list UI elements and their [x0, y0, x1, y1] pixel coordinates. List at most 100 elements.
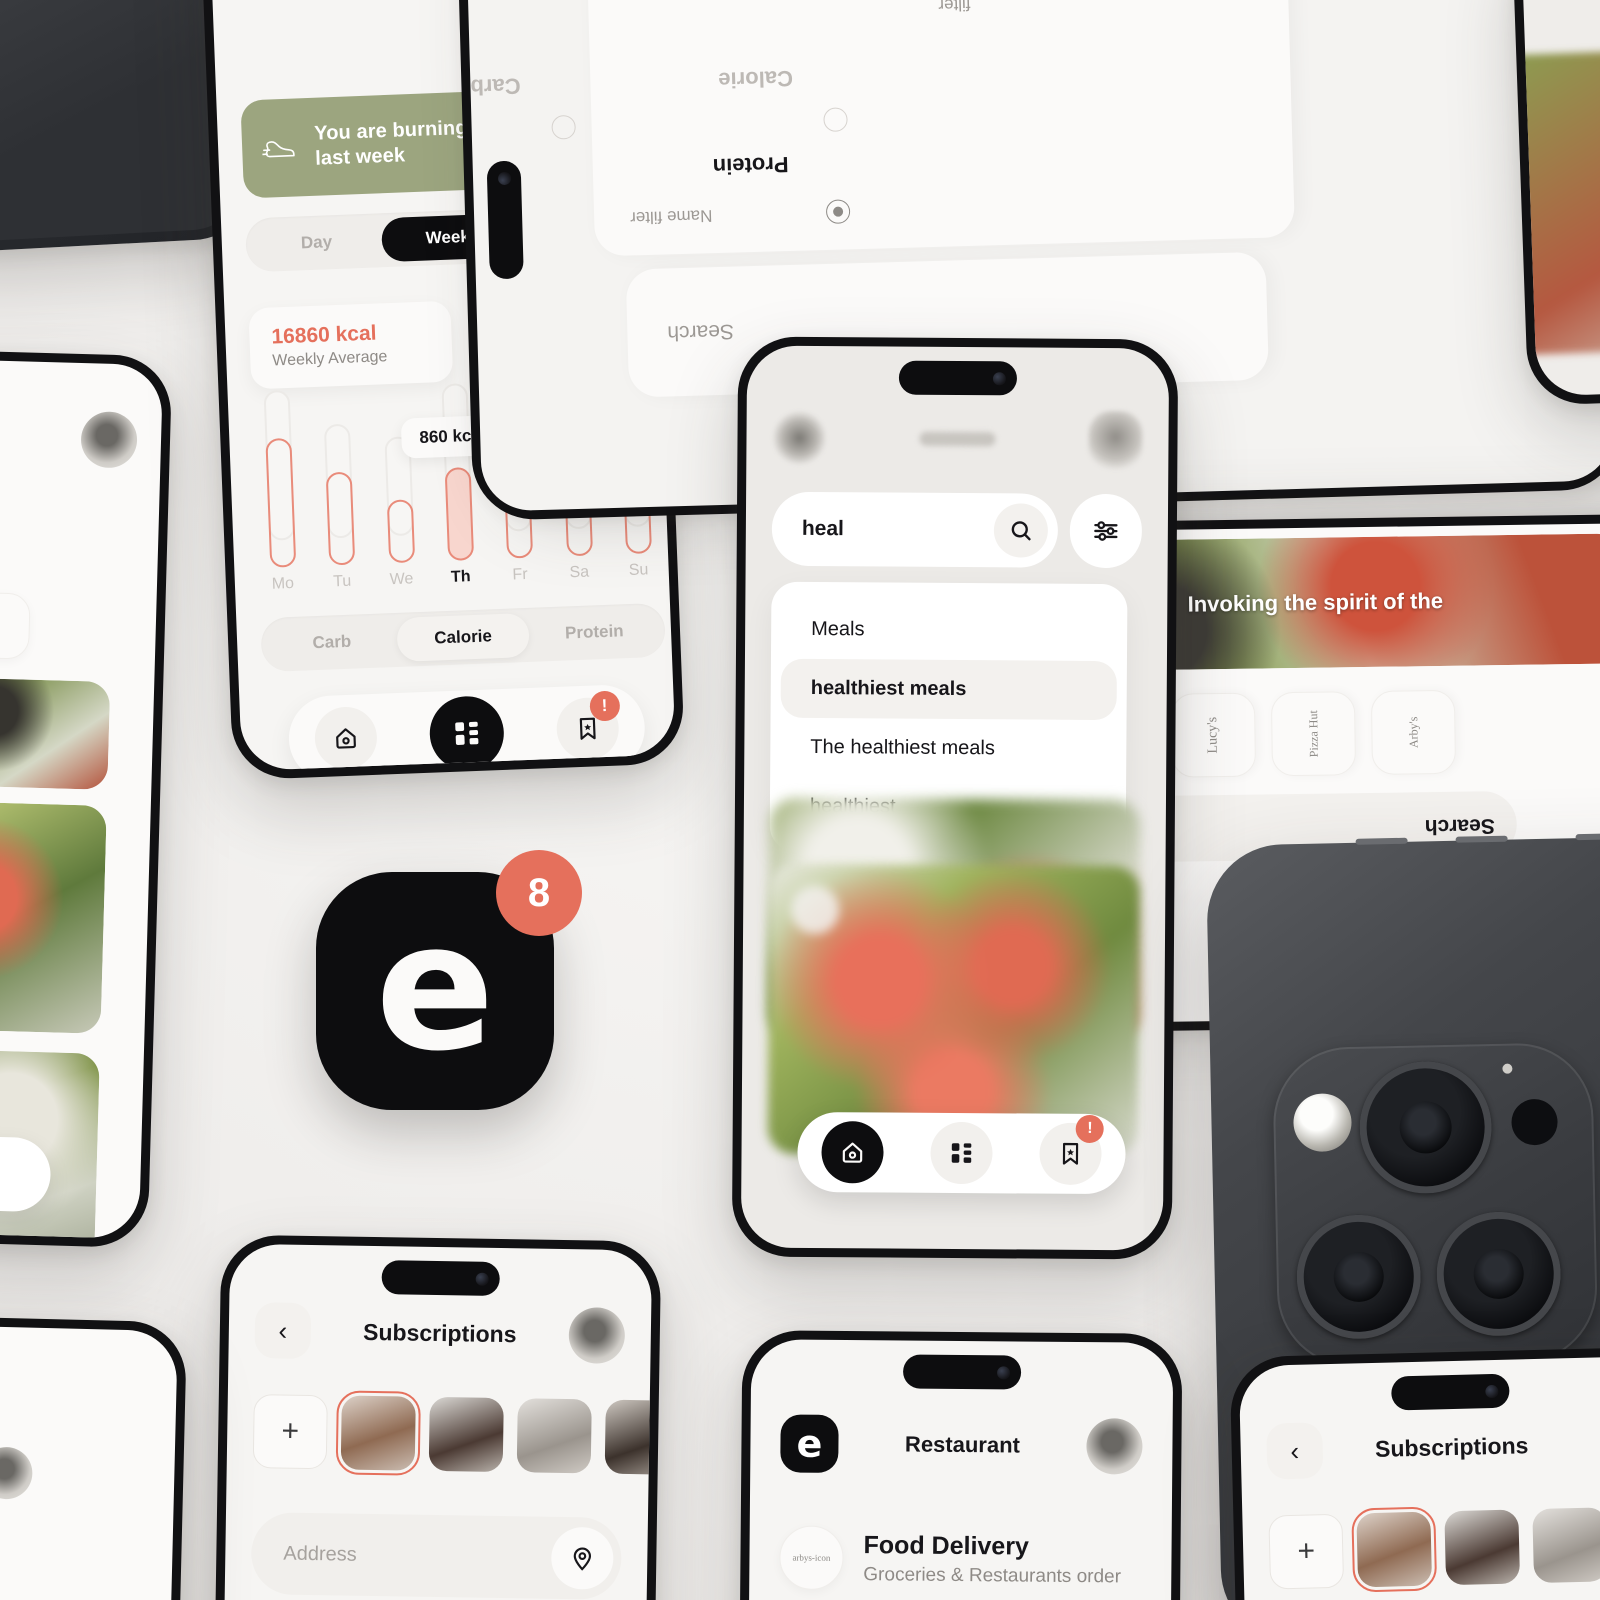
chart-bar[interactable] — [326, 471, 356, 566]
stat-weekly-average: 16860 kcal Weekly Average — [248, 300, 454, 390]
chart-tick-label: Fr — [512, 565, 528, 584]
list-item[interactable]: arbys-icon Food Delivery Groceries & Res… — [779, 1525, 1142, 1592]
option-calorie[interactable]: Calorie — [718, 65, 793, 93]
nav-search-label: Search — [1424, 814, 1495, 839]
device-subscriptions: ‹ Subscriptions + Address Arby's Pizza H… — [210, 1234, 662, 1600]
location-button[interactable] — [550, 1526, 614, 1590]
card-action-button[interactable] — [791, 885, 840, 935]
screen-partial-right-top — [1521, 0, 1600, 397]
suggestion-item[interactable]: The healthiest meals — [780, 718, 1116, 779]
chart-tick-label: Su — [628, 561, 649, 580]
avatar[interactable] — [516, 1398, 592, 1474]
avatar[interactable] — [335, 1390, 421, 1476]
app-logo[interactable]: e — [780, 1414, 839, 1473]
macro-tabs: Carb Calorie Protein — [260, 602, 667, 673]
add-subscription-button[interactable]: + — [252, 1394, 328, 1470]
avatar[interactable] — [772, 410, 827, 466]
avatar[interactable] — [80, 411, 138, 469]
search-submit-button[interactable] — [993, 503, 1049, 558]
nav-grid-button[interactable] — [930, 1121, 993, 1185]
feed-hero-card[interactable]: the n diner — [0, 673, 111, 790]
name-filter-panel: Name filter Protein Calorie Carb filter — [470, 0, 1295, 257]
search-icon — [1011, 521, 1031, 541]
nav-bookmark-button[interactable]: ! — [555, 690, 621, 761]
screen-subscriptions-right: ‹ Subscriptions + — [1238, 1355, 1600, 1600]
nav-home-button[interactable] — [314, 705, 379, 771]
list-item-subtitle: Groceries & Restaurants order — [863, 1563, 1122, 1587]
device-search: heal Meals healthiest meals The healthie… — [731, 336, 1179, 1260]
map-pin-icon — [573, 1547, 592, 1571]
avatar[interactable] — [428, 1396, 504, 1473]
running-shoe-icon — [261, 141, 295, 158]
radio-calorie[interactable] — [823, 107, 848, 133]
chart-bar[interactable] — [386, 499, 415, 564]
brand-chip[interactable]: Pizza Hut — [1270, 691, 1357, 777]
search-bar-row: heal — [771, 491, 1143, 569]
chart-bar[interactable] — [444, 467, 475, 561]
chart-tick-label: Mo — [271, 574, 295, 593]
search-input[interactable]: heal — [771, 491, 1059, 568]
dynamic-island — [486, 160, 524, 280]
avatar[interactable] — [1532, 1507, 1600, 1584]
avatar[interactable] — [568, 1307, 626, 1364]
nav-grid-button[interactable] — [428, 694, 506, 772]
avatar[interactable] — [1444, 1509, 1521, 1586]
page-title — [919, 431, 996, 447]
brand-chip[interactable]: Bird — [0, 591, 31, 660]
tab-protein[interactable]: Protein — [528, 608, 661, 657]
tab-carb[interactable]: Carb — [265, 618, 398, 667]
logo-letter: e — [375, 885, 495, 1091]
volume-up-button[interactable] — [1355, 837, 1408, 845]
nav-bookmark-button[interactable]: ! — [1039, 1114, 1105, 1186]
option-carb[interactable]: Carb — [470, 72, 521, 99]
back-button[interactable]: ‹ — [1266, 1422, 1324, 1480]
nav-badge: ! — [1075, 1114, 1105, 1144]
add-subscription-button[interactable]: + — [1268, 1513, 1345, 1590]
feed-card[interactable]: 25% — [0, 797, 107, 1034]
back-button[interactable]: ‹ — [254, 1302, 312, 1360]
option-protein[interactable]: Protein — [712, 151, 788, 179]
tab-calorie[interactable]: Calorie — [396, 612, 530, 662]
brand-chip[interactable]: Lucy's — [1170, 692, 1257, 778]
app-icon[interactable]: e 8 — [316, 850, 582, 1110]
address-input[interactable]: Address — [250, 1512, 622, 1600]
avatar[interactable] — [604, 1399, 653, 1475]
nav-home-button[interactable] — [820, 1121, 884, 1184]
logo-letter: e — [796, 1421, 823, 1466]
name-filter-label: Name filter — [629, 206, 713, 228]
avatar[interactable] — [0, 1446, 33, 1500]
tab-day[interactable]: Day — [250, 218, 383, 267]
camera-lens-wide — [1358, 1060, 1493, 1195]
front-camera-icon — [475, 1272, 489, 1286]
dynamic-island — [898, 360, 1018, 396]
filter-button[interactable] — [1069, 493, 1143, 569]
avatar[interactable] — [1351, 1506, 1438, 1593]
profile-avatar[interactable] — [1088, 410, 1143, 470]
restaurant-header: e Restaurant — [780, 1413, 1143, 1476]
brand-label: arbys-icon — [792, 1552, 831, 1563]
brand-chip[interactable]: Arby's — [1370, 689, 1457, 775]
volume-down-button[interactable] — [1455, 835, 1508, 843]
home-icon — [842, 1142, 862, 1163]
chart-column[interactable] — [318, 414, 360, 566]
avatar[interactable] — [1086, 1418, 1143, 1475]
address-placeholder: Address — [283, 1542, 357, 1566]
bottom-nav: ! — [287, 683, 647, 772]
screen-food-feed: Church's Bird the n diner 25% 15% ! — [0, 357, 164, 1239]
suggestion-item[interactable]: Meals — [781, 600, 1117, 661]
suggestion-item[interactable]: healthiest meals — [780, 658, 1117, 721]
food-thumbnail — [1521, 45, 1600, 356]
subscription-avatar-row: + — [252, 1390, 653, 1476]
brand-label: Lucy's — [1205, 716, 1221, 754]
chart-column[interactable] — [259, 389, 301, 568]
dynamic-island — [381, 1260, 500, 1296]
power-button[interactable] — [1575, 832, 1600, 841]
page-title: Subscriptions — [362, 1318, 517, 1347]
device-food-feed: Church's Bird the n diner 25% 15% ! — [0, 347, 173, 1249]
radio-carb[interactable] — [551, 114, 576, 140]
dynamic-island — [902, 1354, 1022, 1390]
screen-search: heal Meals healthiest meals The healthie… — [740, 345, 1170, 1251]
radio-protein[interactable] — [825, 199, 851, 224]
flash-icon — [1292, 1092, 1353, 1153]
chart-bar[interactable] — [265, 437, 297, 568]
